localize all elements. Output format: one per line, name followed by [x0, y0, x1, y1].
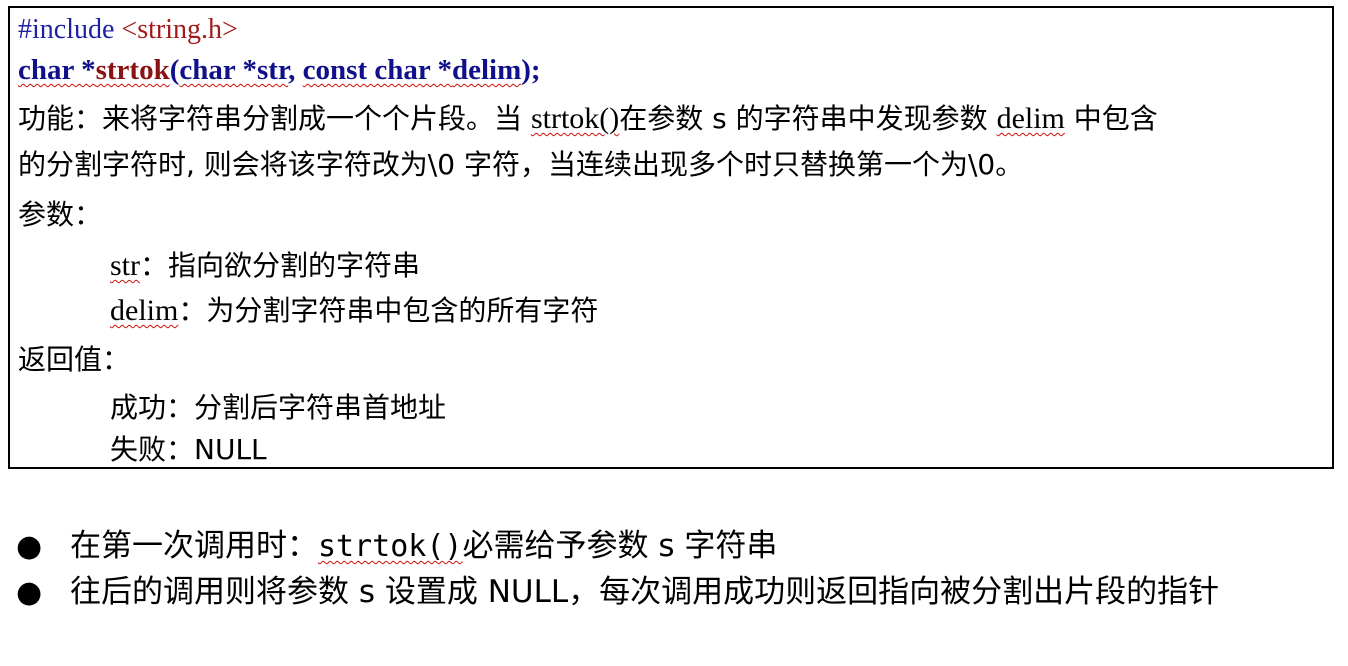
param1-name: str [257, 54, 289, 86]
return-name: 成功 [110, 391, 167, 424]
note-text-a: 在第一次调用时： [70, 528, 318, 564]
description-delim: delim [996, 102, 1065, 135]
open-paren: ( [169, 54, 180, 86]
description-label: 功能 [18, 102, 75, 135]
function-reference-box: #include <string.h> char *strtok(char *s… [8, 6, 1334, 469]
param-desc: ：为分割字符串中包含的所有字符 [178, 294, 599, 327]
params-label: 参数： [18, 198, 103, 231]
return-type: char * [18, 54, 96, 86]
function-prototype: char *strtok(char *str, const char *deli… [18, 56, 541, 85]
returns-label: 返回值： [18, 343, 131, 376]
param-desc: ：指向欲分割的字符串 [140, 249, 421, 282]
description-part-a: 来将字符串分割成一个个片段。当 [102, 102, 531, 135]
param2-type: const char * [302, 54, 452, 86]
description-line-2: 的分割字符时, 则会将该字符改为\0 字符，当连续出现多个时只替换第一个为\0。 [18, 148, 1024, 181]
note-item-2: 往后的调用则将参数 s 设置成 NULL，每次调用成功则返回指向被分割出片段的指… [70, 574, 1220, 610]
return-desc: ：分割后字符串首地址 [166, 391, 447, 424]
comma: , [288, 54, 303, 86]
function-name: strtok [95, 54, 170, 86]
param-name: str [110, 249, 140, 282]
include-directive: #include [18, 14, 122, 45]
param2-name: delim [451, 54, 522, 86]
bullet-marker: ● [16, 575, 43, 610]
note-code: strtok() [318, 529, 463, 564]
description-part-c: 中包含 [1064, 102, 1158, 135]
note-item-1: 在第一次调用时：strtok()必需给予参数 s 字符串 [70, 524, 1330, 569]
note-text-b: 必需给予参数 s 字符串 [462, 528, 778, 564]
return-item-success: 成功：分割后字符串首地址 [110, 394, 446, 422]
return-desc: ：NULL [166, 433, 267, 466]
return-name: 失败 [110, 433, 167, 466]
param-item-str: str：指向欲分割的字符串 [110, 251, 420, 281]
bullet-marker: ● [16, 529, 43, 564]
description-part-b: 在参数 s 的字符串中发现参数 [619, 102, 997, 135]
param1-type: char * [179, 54, 257, 86]
return-item-failure: 失败：NULL [110, 436, 267, 464]
description-line-1: 功能：来将字符串分割成一个个片段。当 strtok()在参数 s 的字符串中发现… [18, 104, 1158, 134]
description-fn: strtok() [530, 102, 620, 135]
include-file: <string.h> [121, 14, 238, 45]
include-line: #include <string.h> [18, 16, 238, 44]
param-name: delim [110, 294, 179, 327]
description-colon: ： [74, 102, 103, 135]
param-item-delim: delim：为分割字符串中包含的所有字符 [110, 296, 598, 326]
prototype-close: ); [521, 54, 541, 86]
